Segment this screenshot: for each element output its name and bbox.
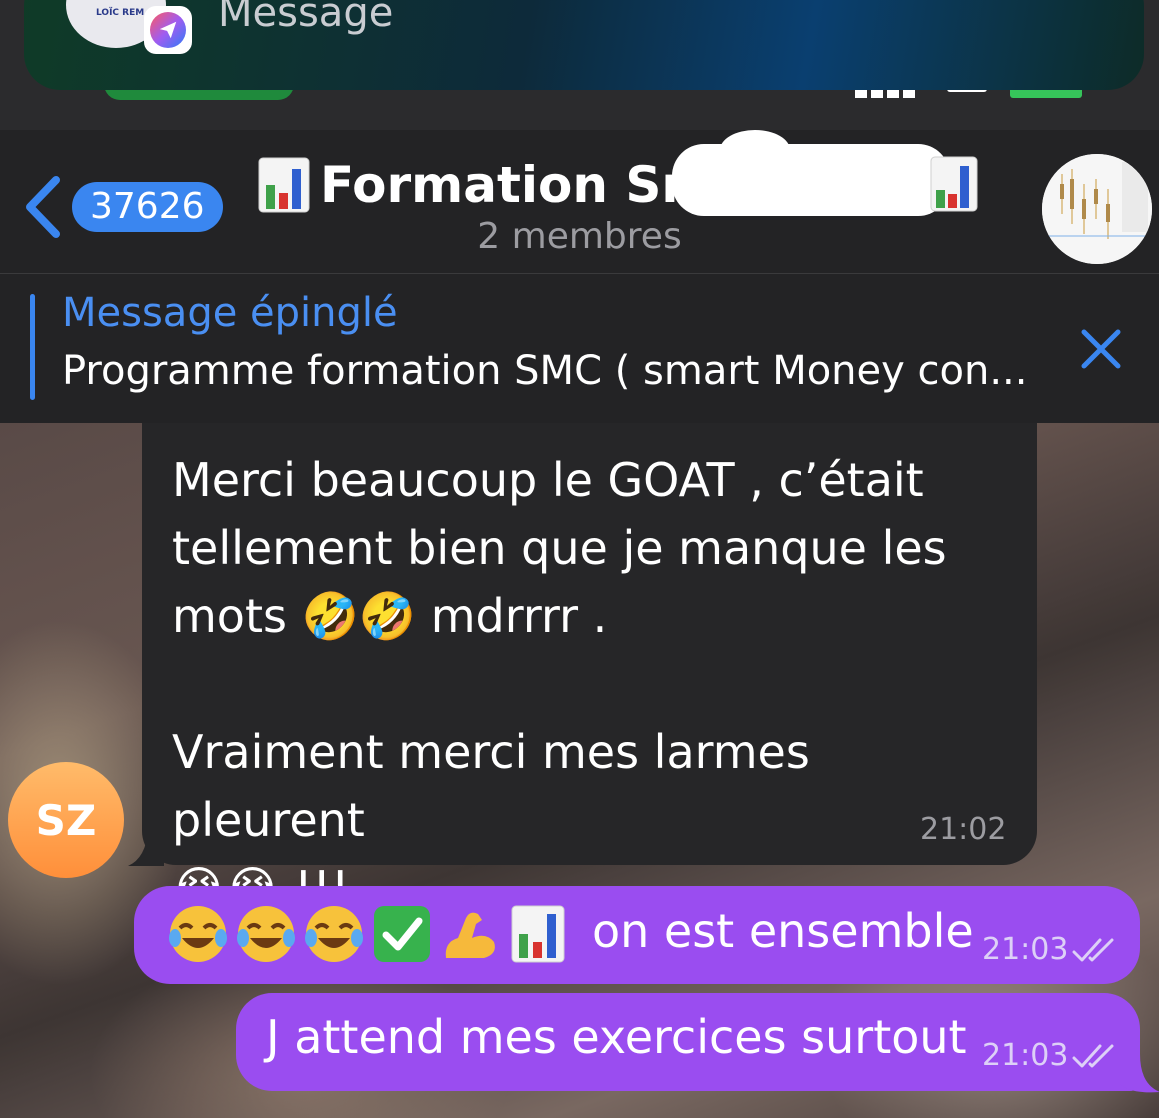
- sender-avatar[interactable]: SZ: [8, 762, 124, 878]
- flexed-biceps-emoji-icon: [445, 912, 495, 958]
- check-mark-emoji-icon: [374, 906, 430, 962]
- chart-emoji-icon: [511, 905, 565, 963]
- chart-emoji-icon: [930, 156, 978, 212]
- pinned-label: Message épinglé: [62, 290, 398, 336]
- pinned-message-bar[interactable]: Message épinglé Programme formation SMC …: [0, 274, 1159, 423]
- group-avatar[interactable]: [1042, 154, 1152, 264]
- paper-plane-icon: [150, 12, 186, 48]
- notification-text: Message: [218, 0, 394, 36]
- message-text: on est ensemble: [592, 904, 974, 958]
- message-time: 21:03: [982, 932, 1069, 967]
- telegram-icon: [144, 6, 192, 54]
- member-count: 2 membres: [477, 216, 682, 257]
- tears-of-joy-emoji-icon: [305, 906, 363, 962]
- notification-banner[interactable]: [24, 0, 1144, 90]
- message-emoji-row: [166, 902, 570, 966]
- close-icon[interactable]: [1078, 326, 1124, 372]
- pinned-text: Programme formation SMC ( smart Money co…: [62, 348, 1028, 394]
- message-text: Merci beaucoup le GOAT , c’était telleme…: [172, 453, 947, 915]
- chart-emoji-icon: [258, 157, 310, 213]
- message-time: 21:03: [982, 1038, 1069, 1073]
- chat-header: 37626 Formation SmC 2 membres: [0, 130, 1159, 274]
- message-time: 21:02: [920, 812, 1007, 847]
- avatar-logo-text: LOÏC REM: [96, 8, 145, 18]
- bubble-tail: [1120, 1054, 1159, 1093]
- chart-thumbnail-icon: [1042, 154, 1152, 264]
- tears-of-joy-emoji-icon: [169, 906, 227, 962]
- bubble-tail: [128, 830, 164, 866]
- double-check-icon: [1072, 1044, 1114, 1068]
- message-text: J attend mes exercices surtout: [266, 1010, 967, 1064]
- pinned-indicator: [30, 294, 35, 400]
- double-check-icon: [1072, 938, 1114, 962]
- redaction-mark: [672, 144, 950, 216]
- tears-of-joy-emoji-icon: [237, 906, 295, 962]
